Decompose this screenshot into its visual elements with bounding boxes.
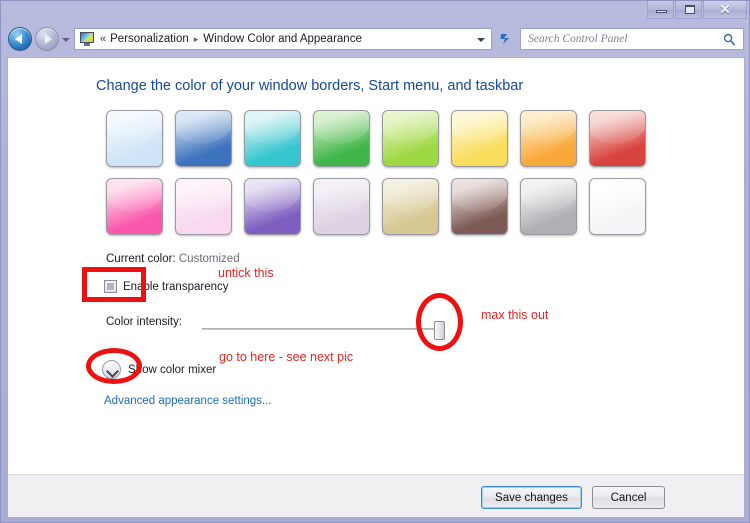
color-swatch-blue[interactable] xyxy=(175,110,232,167)
arrow-left-icon xyxy=(15,34,22,44)
refresh-icon xyxy=(500,34,509,44)
search-box[interactable]: Search Control Panel xyxy=(520,28,744,50)
navigation-bar: « Personalization ▸ Window Color and App… xyxy=(2,23,750,55)
desktop-background: ✕ « Personalization ▸ Window Color and A… xyxy=(0,0,750,523)
window-control-buttons: ✕ xyxy=(647,1,747,19)
color-swatch-red[interactable] xyxy=(589,110,646,167)
dialog-footer: Save changes Cancel xyxy=(8,475,744,517)
color-swatch-pink[interactable] xyxy=(106,178,163,235)
color-intensity-label: Color intensity: xyxy=(106,316,183,328)
slider-track[interactable] xyxy=(202,328,445,330)
breadcrumb-personalization[interactable]: Personalization xyxy=(110,33,189,45)
advanced-appearance-settings-link[interactable]: Advanced appearance settings... xyxy=(104,395,272,407)
close-icon: ✕ xyxy=(719,1,731,17)
chevron-down-icon[interactable] xyxy=(477,38,485,42)
arrow-right-icon xyxy=(45,34,52,44)
color-swatch-gray[interactable] xyxy=(520,178,577,235)
annotation-ellipse-slider xyxy=(416,293,463,351)
save-changes-button[interactable]: Save changes xyxy=(481,486,582,509)
minimize-button[interactable] xyxy=(647,1,674,19)
current-color-label: Current color: xyxy=(106,253,176,265)
annotation-ellipse-mixer xyxy=(86,348,142,384)
color-swatch-lime[interactable] xyxy=(382,110,439,167)
window-title-bar: ✕ xyxy=(1,1,750,23)
color-swatch-green[interactable] xyxy=(313,110,370,167)
color-intensity-row: Color intensity: xyxy=(106,316,182,328)
color-swatch-pale-pink[interactable] xyxy=(175,178,232,235)
forward-button[interactable] xyxy=(35,27,59,51)
color-swatch-yellow[interactable] xyxy=(451,110,508,167)
minimize-icon xyxy=(656,10,667,13)
close-button[interactable]: ✕ xyxy=(703,1,747,19)
breadcrumb-window-color[interactable]: Window Color and Appearance xyxy=(203,33,362,45)
history-dropdown-icon[interactable] xyxy=(62,38,70,42)
current-color-row: Current color: Customized xyxy=(106,253,240,265)
annotation-go-to-here: go to here - see next pic xyxy=(219,350,354,364)
color-swatch-grid xyxy=(106,110,658,246)
color-swatch-khaki[interactable] xyxy=(382,178,439,235)
color-swatch-orange[interactable] xyxy=(520,110,577,167)
color-swatch-teal[interactable] xyxy=(244,110,301,167)
annotation-max-this-out: max this out xyxy=(481,308,549,322)
page-title: Change the color of your window borders,… xyxy=(96,78,524,94)
color-swatch-lavender[interactable] xyxy=(313,178,370,235)
personalization-monitor-icon xyxy=(79,32,95,46)
search-input[interactable]: Search Control Panel xyxy=(528,33,627,45)
color-swatch-brown[interactable] xyxy=(451,178,508,235)
color-swatch-sky[interactable] xyxy=(106,110,163,167)
annotation-rectangle-checkbox xyxy=(82,267,146,302)
refresh-button[interactable] xyxy=(494,28,516,50)
color-swatch-purple[interactable] xyxy=(244,178,301,235)
annotation-untick-this: untick this xyxy=(218,266,274,280)
search-magnifier-icon xyxy=(723,33,736,46)
maximize-icon xyxy=(685,5,695,14)
back-button[interactable] xyxy=(8,27,32,51)
color-swatch-white[interactable] xyxy=(589,178,646,235)
address-overflow-icon[interactable]: « xyxy=(100,33,106,45)
breadcrumb-separator-icon[interactable]: ▸ xyxy=(194,34,199,45)
cancel-button[interactable]: Cancel xyxy=(592,486,665,509)
control-panel-window: ✕ « Personalization ▸ Window Color and A… xyxy=(0,0,750,523)
address-bar[interactable]: « Personalization ▸ Window Color and App… xyxy=(74,28,492,50)
maximize-button[interactable] xyxy=(675,1,702,19)
current-color-value: Customized xyxy=(178,253,240,265)
color-intensity-slider[interactable] xyxy=(202,321,452,340)
